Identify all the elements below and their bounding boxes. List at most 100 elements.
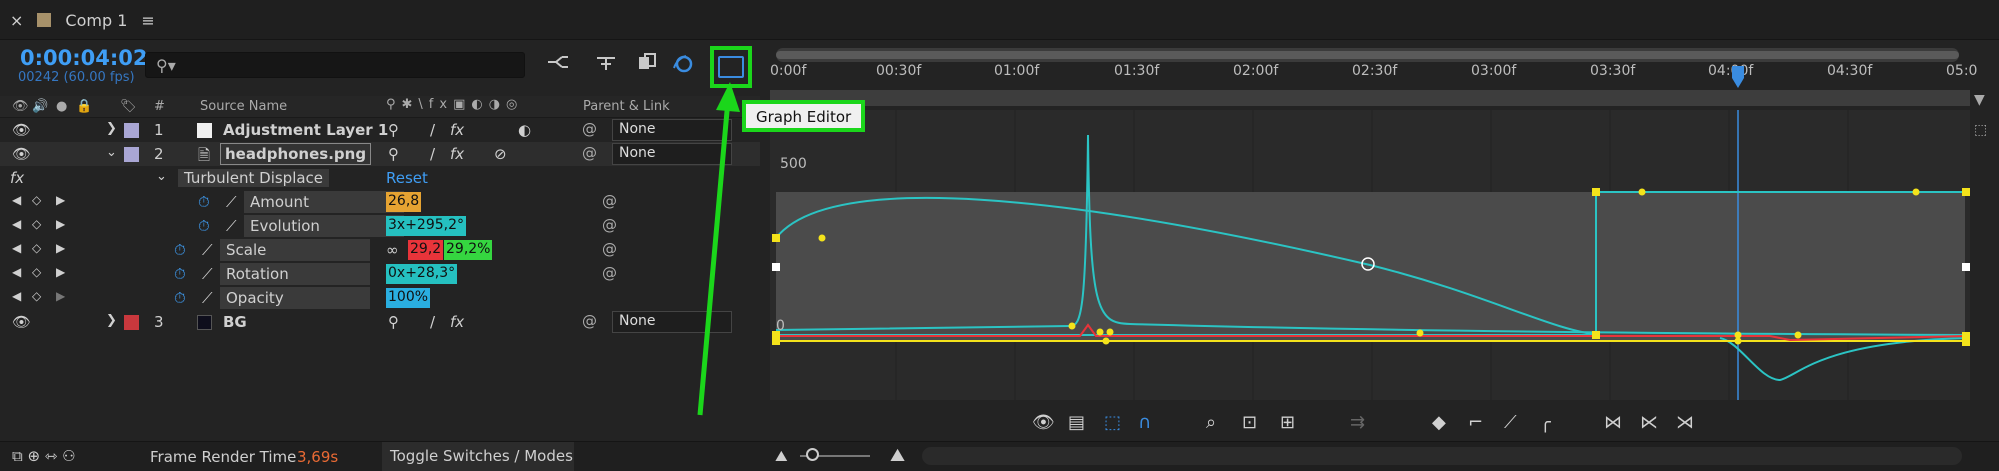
panel-menu-icon[interactable]: ≡: [141, 11, 154, 30]
property-row-amount[interactable]: ◀ ◇ ▶ ⏱ ⟋ Amount 26,8 @: [0, 190, 760, 214]
fit-selection-icon[interactable]: ⌕: [1206, 412, 1216, 433]
effects-switch-icon[interactable]: fx: [450, 121, 464, 139]
quality-switch-icon[interactable]: /: [430, 121, 435, 139]
graph-toggle-icon[interactable]: ⟋: [202, 265, 213, 283]
prev-keyframe-icon[interactable]: ◀: [12, 241, 21, 255]
stopwatch-icon[interactable]: ⏱: [174, 265, 186, 283]
prev-keyframe-icon[interactable]: ◀: [12, 289, 21, 303]
timeline-scrollbar[interactable]: [922, 447, 1962, 465]
property-row-scale[interactable]: ◀ ◇ ▶ ⏱ ⟋ Scale ∞ 29,2 29,2% @: [0, 238, 760, 262]
property-row-opacity[interactable]: ◀ ◇ ▶ ⏱ ⟋ Opacity 100%: [0, 286, 760, 310]
stopwatch-icon[interactable]: ⏱: [174, 289, 186, 307]
transform-box-icon[interactable]: ⬚: [1104, 412, 1121, 433]
close-tab-icon[interactable]: ×: [10, 11, 23, 30]
quality-switch-icon[interactable]: /: [430, 145, 435, 163]
quality-switch-icon[interactable]: /: [430, 313, 435, 331]
effects-switch-icon[interactable]: fx: [450, 313, 464, 331]
expand-arrow-icon[interactable]: ❯: [106, 313, 117, 328]
pick-whip-icon[interactable]: @: [602, 264, 617, 282]
graph-toggle-icon[interactable]: ⟋: [226, 193, 237, 211]
edit-keyframe-icon[interactable]: ⇉: [1350, 412, 1365, 433]
graph-toggle-icon[interactable]: ⟋: [202, 241, 213, 259]
add-keyframe-icon[interactable]: ◇: [32, 241, 41, 255]
property-value-y[interactable]: 29,2%: [444, 240, 493, 260]
visibility-eye-icon[interactable]: 👁: [12, 145, 31, 163]
next-keyframe-icon[interactable]: ▶: [56, 289, 65, 303]
auto-bezier-icon[interactable]: ⟋: [1504, 412, 1517, 433]
shy-switch-icon[interactable]: ⚲: [388, 145, 399, 163]
graph-editor-plot[interactable]: [770, 110, 1970, 400]
effects-switch-icon[interactable]: fx: [450, 145, 464, 163]
show-properties-icon[interactable]: 👁: [1032, 412, 1055, 433]
current-time-display[interactable]: 0:00:04:02: [20, 46, 147, 70]
property-value[interactable]: 3x+295,2°: [386, 216, 467, 236]
snap-icon[interactable]: ⬚: [1974, 122, 1987, 138]
render-toggle-icons[interactable]: ⧉ ⊕ ⇿ ⚇: [12, 447, 76, 465]
shy-switch-icon[interactable]: ⚲: [388, 121, 399, 139]
add-keyframe-icon[interactable]: ◇: [32, 193, 41, 207]
eye-column-icon[interactable]: 👁: [12, 99, 29, 114]
collapse-arrow-icon[interactable]: ⌄: [106, 145, 117, 160]
effect-name[interactable]: Turbulent Displace: [178, 169, 330, 187]
pick-whip-icon[interactable]: @: [602, 240, 617, 258]
adjustment-layer-switch-icon[interactable]: ◐: [518, 121, 531, 139]
graph-toggle-icon[interactable]: ⟋: [202, 289, 213, 307]
hold-keyframe-icon[interactable]: ◆: [1432, 412, 1446, 433]
prev-keyframe-icon[interactable]: ◀: [12, 193, 21, 207]
label-column-icon[interactable]: 🏷: [120, 99, 137, 114]
visibility-eye-icon[interactable]: 👁: [12, 313, 31, 331]
expand-arrow-icon[interactable]: ❯: [106, 121, 117, 136]
work-area-bar[interactable]: [776, 48, 1959, 62]
pick-whip-icon[interactable]: @: [582, 120, 597, 138]
solo-column-icon[interactable]: ●: [56, 99, 67, 114]
lock-column-icon[interactable]: 🔒: [76, 99, 92, 114]
add-keyframe-icon[interactable]: ◇: [32, 289, 41, 303]
prev-keyframe-icon[interactable]: ◀: [12, 265, 21, 279]
motion-blur-switch-icon[interactable]: ⊘: [494, 145, 507, 163]
layer-label-color[interactable]: [124, 123, 139, 138]
zoom-out-icon[interactable]: ⛰: [775, 447, 788, 465]
ease-icon[interactable]: ╭: [1540, 412, 1551, 433]
layer-label-color[interactable]: [124, 315, 139, 330]
audio-column-icon[interactable]: 🔊: [32, 99, 48, 114]
zoom-in-icon[interactable]: ⛰: [890, 445, 905, 466]
linear-keyframe-icon[interactable]: ⌐: [1468, 412, 1483, 433]
fit-all-icon[interactable]: ⊡: [1242, 412, 1257, 433]
graph-toggle-icon[interactable]: ⟋: [226, 217, 237, 235]
property-row-rotation[interactable]: ◀ ◇ ▶ ⏱ ⟋ Rotation 0x+28,3° @: [0, 262, 760, 286]
layer-row-2[interactable]: 👁 ⌄ 2 🗎 headphones.png ⚲ / fx ⊘ @ None: [0, 142, 760, 166]
layer-row-3[interactable]: 👁 ❯ 3 BG ⚲ / fx @ None: [0, 310, 760, 334]
layer-name[interactable]: Adjustment Layer 1: [223, 121, 388, 139]
source-name-column-header[interactable]: Source Name: [200, 99, 287, 114]
snap-magnet-icon[interactable]: ∩: [1138, 412, 1151, 433]
effect-reset-link[interactable]: Reset: [386, 169, 428, 187]
playhead-marker[interactable]: [1730, 64, 1746, 90]
pick-whip-icon[interactable]: @: [582, 144, 597, 162]
layer-search-input[interactable]: ⚲▾: [145, 52, 525, 78]
property-value[interactable]: 0x+28,3°: [386, 264, 458, 284]
stopwatch-icon[interactable]: ⏱: [174, 241, 186, 259]
layer-label-color[interactable]: [124, 147, 139, 162]
layer-row-1[interactable]: 👁 ❯ 1 Adjustment Layer 1 ⚲ / fx ◐ @ None: [0, 118, 760, 142]
next-keyframe-icon[interactable]: ▶: [56, 241, 65, 255]
prev-keyframe-icon[interactable]: ◀: [12, 217, 21, 231]
layer-name[interactable]: headphones.png: [220, 143, 372, 165]
next-keyframe-icon[interactable]: ▶: [56, 217, 65, 231]
transform-handle-left[interactable]: [772, 263, 780, 271]
visibility-eye-icon[interactable]: 👁: [12, 121, 31, 139]
property-value[interactable]: 100%: [386, 288, 431, 308]
pick-whip-icon[interactable]: @: [602, 216, 617, 234]
add-keyframe-icon[interactable]: ◇: [32, 217, 41, 231]
stopwatch-icon[interactable]: ⏱: [198, 193, 210, 211]
stopwatch-icon[interactable]: ⏱: [198, 217, 210, 235]
zoom-slider-handle[interactable]: [806, 448, 819, 461]
constrain-proportions-icon[interactable]: ∞: [386, 241, 399, 259]
easy-ease-out-icon[interactable]: ⋊: [1676, 412, 1694, 433]
add-keyframe-icon[interactable]: ◇: [32, 265, 41, 279]
frame-blending-icon[interactable]: [635, 52, 661, 76]
property-row-evolution[interactable]: ◀ ◇ ▶ ⏱ ⟋ Evolution 3x+295,2° @: [0, 214, 760, 238]
toggle-switches-modes-button[interactable]: Toggle Switches / Modes: [382, 442, 574, 471]
separate-dimensions-icon[interactable]: ⊞: [1280, 412, 1295, 433]
pick-whip-icon[interactable]: @: [582, 312, 597, 330]
comp-tab[interactable]: × Comp 1 ≡: [10, 6, 155, 34]
